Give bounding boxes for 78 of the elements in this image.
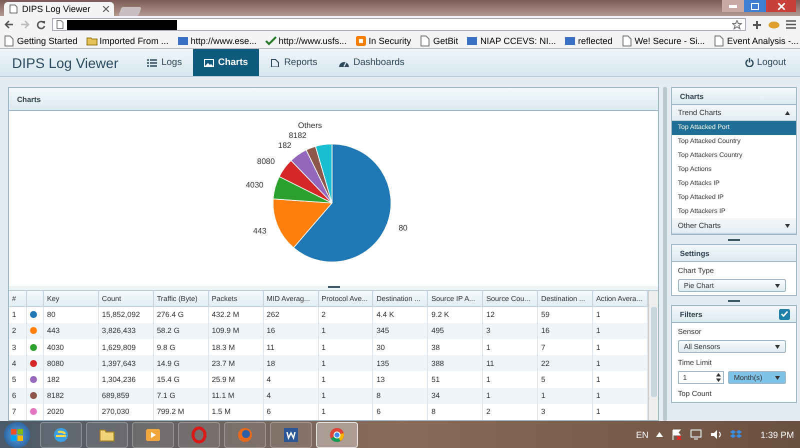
bookmark[interactable]: http://www.usfs... bbox=[264, 34, 347, 46]
checkbox[interactable] bbox=[779, 308, 790, 320]
caret-down-icon bbox=[775, 284, 780, 288]
word-icon bbox=[282, 426, 300, 444]
star-icon[interactable] bbox=[732, 20, 742, 30]
taskbar-button[interactable] bbox=[270, 422, 312, 448]
flag-icon[interactable] bbox=[671, 429, 682, 440]
menu-icon[interactable] bbox=[786, 20, 796, 29]
taskbar-button[interactable] bbox=[316, 422, 358, 448]
windows-logo-icon bbox=[11, 428, 23, 440]
slice-label: 8182 bbox=[288, 130, 306, 140]
tab-title: DIPS Log Viewer bbox=[22, 4, 92, 14]
list-icon bbox=[147, 58, 158, 66]
bookmark[interactable]: Event Analysis -... bbox=[712, 34, 798, 46]
bookmark[interactable]: We! Secure - Si... bbox=[620, 34, 705, 46]
page-icon bbox=[56, 20, 64, 29]
minimize-icon bbox=[729, 4, 737, 8]
back-icon[interactable] bbox=[4, 20, 14, 29]
blog-icon bbox=[354, 34, 367, 46]
scrollbar-thumb[interactable] bbox=[650, 306, 656, 397]
bookmark[interactable]: http://www.ese... bbox=[176, 34, 257, 46]
slice-label: 80 bbox=[398, 224, 408, 233]
clock-time[interactable]: 1:39 PM bbox=[760, 430, 794, 440]
slice-label: 182 bbox=[278, 140, 292, 150]
image-icon bbox=[204, 58, 214, 66]
nav-tab[interactable]: Logs bbox=[136, 49, 193, 76]
nav-tab[interactable]: Dashboards bbox=[328, 49, 416, 76]
opera-icon bbox=[190, 426, 208, 444]
site-icon bbox=[466, 34, 478, 46]
language-indicator[interactable]: EN bbox=[636, 430, 648, 440]
site-icon bbox=[176, 34, 189, 46]
bookmark[interactable]: reflected bbox=[564, 34, 613, 46]
chrome-icon bbox=[328, 426, 346, 444]
slice-label: Others bbox=[298, 120, 322, 130]
caret-down-icon bbox=[775, 344, 780, 349]
slice-label: 4030 bbox=[246, 180, 264, 190]
nav-tab[interactable]: Charts bbox=[192, 49, 260, 76]
taskbar-button[interactable] bbox=[86, 422, 128, 448]
bookmark[interactable]: Getting Started bbox=[3, 34, 78, 46]
close-icon bbox=[778, 2, 784, 10]
network-icon[interactable] bbox=[690, 429, 702, 440]
site-icon bbox=[564, 34, 576, 46]
speaker-icon[interactable] bbox=[710, 429, 722, 440]
bookmark[interactable]: Imported From ... bbox=[86, 34, 169, 46]
bookmark[interactable]: GetBit bbox=[419, 34, 458, 46]
resize-handle[interactable] bbox=[728, 300, 740, 302]
check-icon bbox=[264, 34, 277, 46]
taskbar-button[interactable] bbox=[40, 422, 82, 448]
address-field[interactable] bbox=[52, 18, 746, 31]
caret-down-icon bbox=[785, 224, 790, 228]
resize-handle[interactable] bbox=[328, 286, 340, 288]
app-title: DIPS Log Viewer bbox=[12, 54, 118, 73]
bookmark[interactable]: In Security bbox=[354, 34, 412, 46]
slice-label: 443 bbox=[253, 226, 266, 236]
close-icon[interactable] bbox=[103, 6, 109, 12]
check-icon bbox=[781, 311, 788, 318]
power-icon bbox=[744, 58, 754, 67]
start-button[interactable] bbox=[4, 422, 30, 448]
close-button[interactable] bbox=[766, 0, 796, 12]
maximize-button[interactable] bbox=[744, 0, 766, 12]
puzzle-icon[interactable] bbox=[752, 20, 762, 30]
nav-tab[interactable]: Reports bbox=[259, 49, 328, 76]
reload-icon[interactable] bbox=[36, 20, 46, 30]
spinner-icon bbox=[716, 373, 721, 382]
resize-handle[interactable] bbox=[728, 238, 740, 241]
bookmark[interactable]: NIAP CCEVS: NI... bbox=[466, 34, 556, 46]
logout-button[interactable]: Logout bbox=[744, 49, 786, 76]
page-icon bbox=[270, 58, 280, 66]
browser-tab[interactable]: DIPS Log Viewer bbox=[4, 2, 114, 16]
page-icon bbox=[9, 4, 18, 14]
maximize-icon bbox=[751, 2, 759, 10]
caret-up-icon[interactable] bbox=[656, 432, 664, 437]
taskbar-button[interactable] bbox=[132, 422, 174, 448]
caret-down-icon bbox=[775, 376, 780, 380]
browser-icon bbox=[52, 426, 70, 444]
slice-label: 8080 bbox=[257, 156, 275, 166]
caret-up-icon bbox=[785, 110, 790, 114]
firefox-icon bbox=[236, 426, 254, 444]
